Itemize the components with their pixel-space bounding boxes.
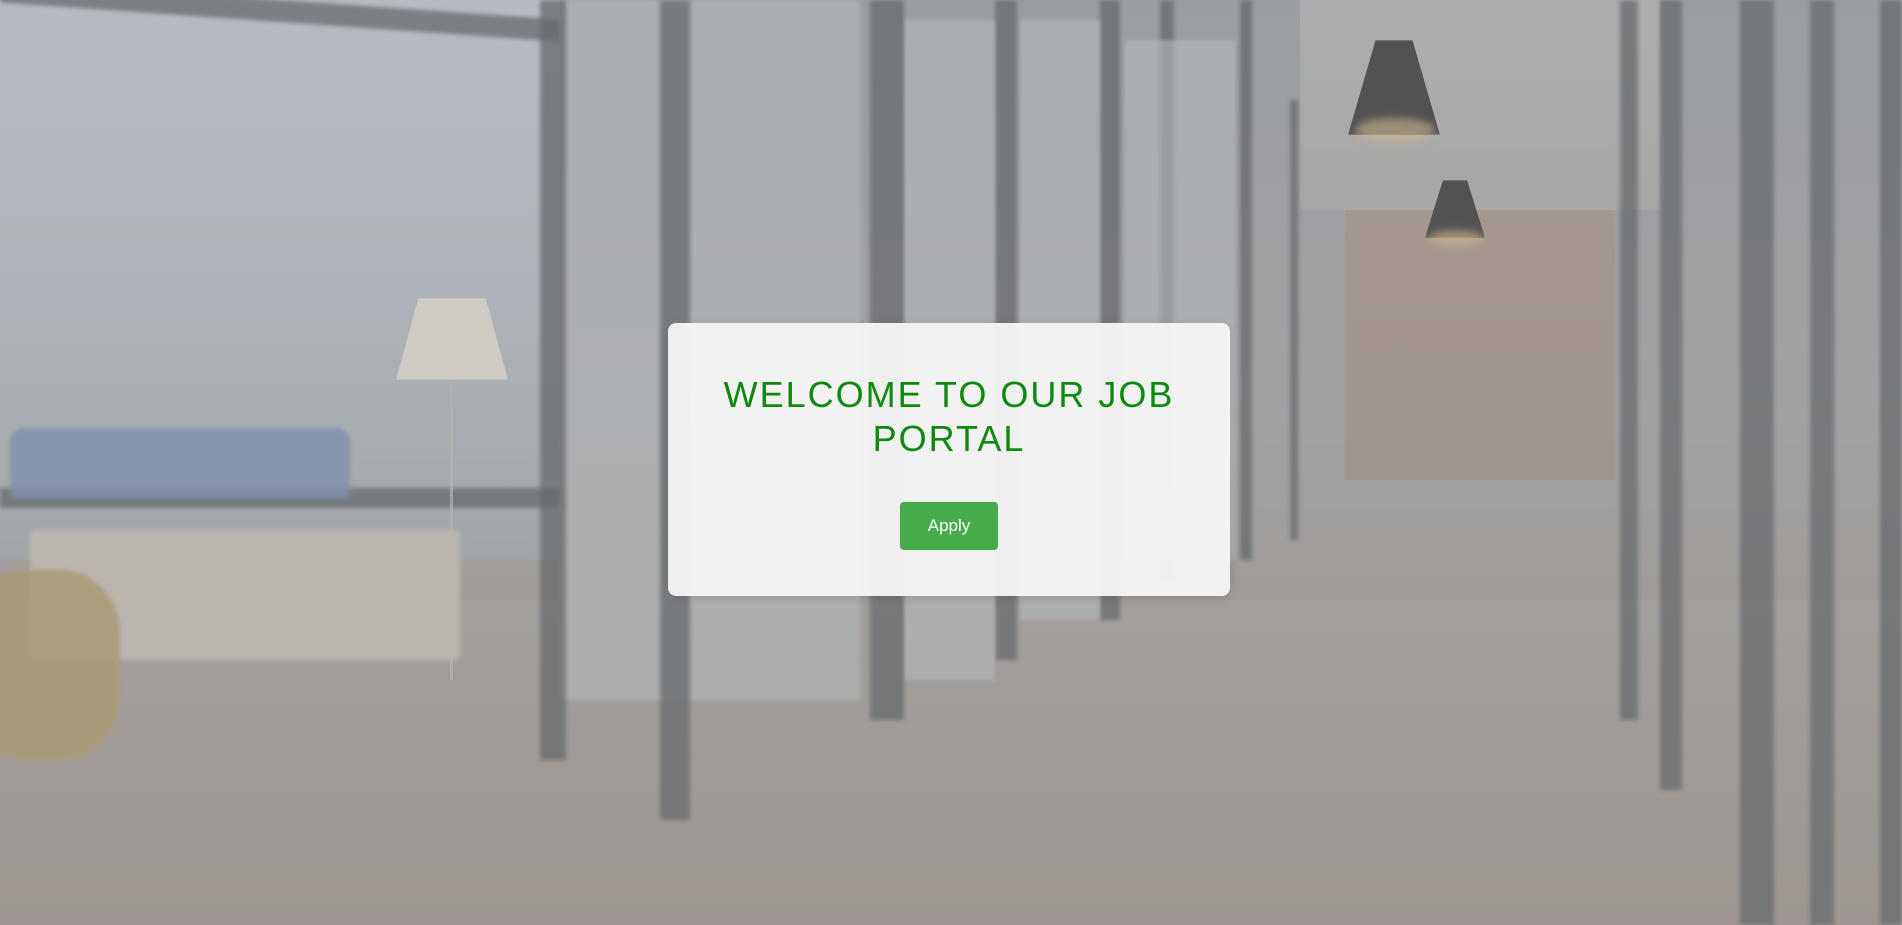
apply-button[interactable]: Apply [900, 502, 998, 550]
welcome-card: WELCOME TO OUR JOB PORTAL Apply [668, 323, 1230, 596]
welcome-title: WELCOME TO OUR JOB PORTAL [723, 374, 1175, 459]
